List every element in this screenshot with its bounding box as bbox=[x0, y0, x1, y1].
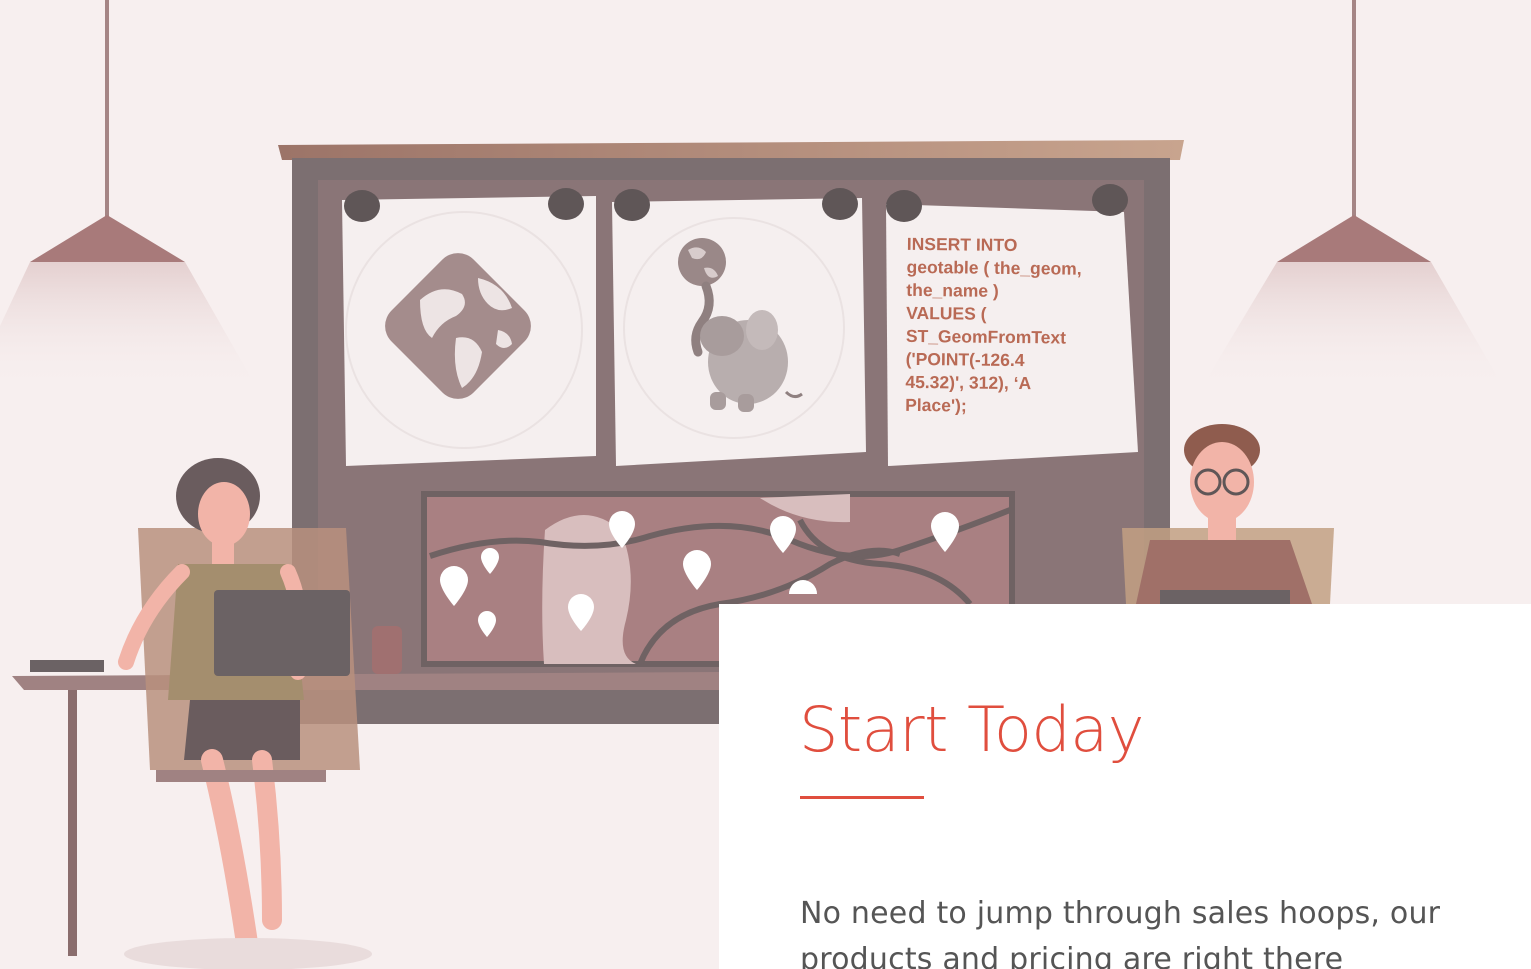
paper-note bbox=[342, 188, 596, 466]
woman-figure bbox=[30, 458, 402, 969]
sql-note-text: INSERT INTO geotable ( the_geom, the_nam… bbox=[905, 233, 1082, 416]
title-divider bbox=[800, 796, 924, 799]
board-shelf bbox=[278, 140, 1184, 160]
card-body-text: No need to jump through sales hoops, our… bbox=[800, 896, 1441, 969]
paper-note bbox=[612, 188, 866, 466]
pendant-lamp-icon bbox=[0, 0, 258, 390]
start-today-card: Start Today No need to jump through sale… bbox=[719, 604, 1531, 969]
card-title: Start Today bbox=[799, 693, 1144, 766]
pendant-lamp-icon bbox=[1200, 0, 1505, 390]
